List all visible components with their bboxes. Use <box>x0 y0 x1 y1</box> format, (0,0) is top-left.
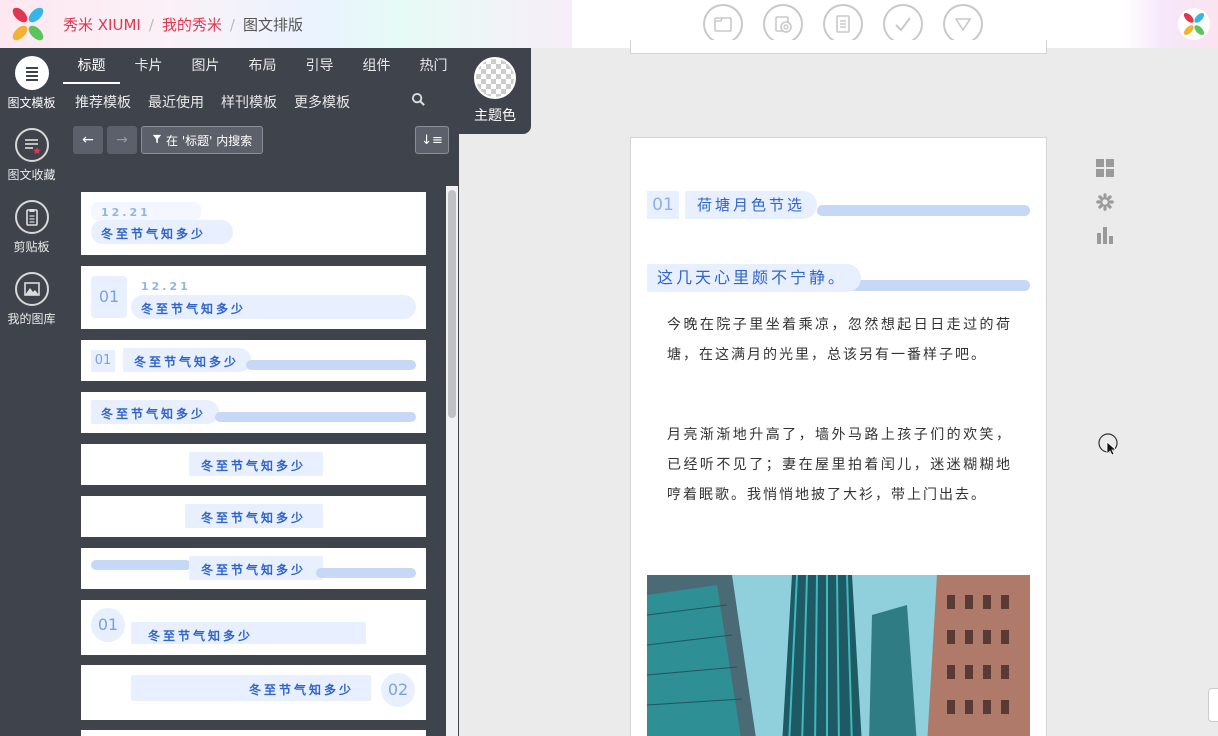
breadcrumb-separator: / <box>229 15 235 34</box>
stamp-icon[interactable] <box>763 4 803 44</box>
template-number: 01 <box>91 350 115 372</box>
breadcrumb-my-xiumi[interactable]: 我的秀米 <box>162 14 222 35</box>
mouse-cursor-icon <box>1098 433 1120 456</box>
article-title[interactable]: 荷塘月色节选 <box>685 191 818 219</box>
article-paragraph[interactable]: 月亮渐渐地升高了，墙外马路上孩子们的欢笑，已经听不见了；妻在屋里拍着闰儿，迷迷糊… <box>667 420 1012 510</box>
theme-color-label: 主题色 <box>474 108 516 124</box>
subtab-recommended[interactable]: 推荐模板 <box>75 92 131 112</box>
nav-templates[interactable]: 图文模板 <box>0 56 63 111</box>
breadcrumb-home[interactable]: 秀米 XIUMI <box>63 14 141 35</box>
subtab-recent[interactable]: 最近使用 <box>148 92 204 112</box>
tab-card[interactable]: 卡片 <box>120 56 177 84</box>
template-number: 01 <box>91 608 125 642</box>
side-panel-toggle[interactable] <box>1208 688 1218 722</box>
breadcrumb: 秀米 XIUMI / 我的秀米 / 图文排版 <box>63 14 303 35</box>
forward-button[interactable]: → <box>107 126 137 154</box>
template-title: 冬至节气知多少 <box>201 563 307 577</box>
nav-label: 剪贴板 <box>13 240 50 254</box>
article-paragraph[interactable]: 今晚在院子里坐着乘凉，忽然想起日日走过的荷塘，在这满月的光里，总该另有一番样子吧… <box>667 310 1012 370</box>
category-tabs: 标题 卡片 图片 布局 引导 组件 热门 <box>63 56 462 84</box>
breadcrumb-separator: / <box>148 15 154 34</box>
gear-icon[interactable] <box>1095 192 1115 212</box>
tab-layout[interactable]: 布局 <box>234 56 291 84</box>
bar-chart-icon[interactable] <box>1095 225 1115 245</box>
header-banner-right <box>1123 0 1218 48</box>
list-icon <box>14 56 49 90</box>
template-item[interactable]: 冬至节气知多少 <box>81 496 426 537</box>
template-title: 冬至节气知多少 <box>141 302 247 316</box>
template-title: 冬至节气知多少 <box>249 683 355 697</box>
theme-color-swatch[interactable] <box>474 57 516 99</box>
template-title: 冬至节气知多少 <box>148 629 254 643</box>
grid-icon[interactable] <box>1095 158 1115 178</box>
check-icon[interactable] <box>883 4 923 44</box>
template-item[interactable]: 冬至节气知多少 <box>81 392 426 433</box>
article-subtitle[interactable]: 这几天心里颇不宁静。 <box>647 264 862 292</box>
article-image[interactable] <box>647 575 1030 736</box>
title-decor-bar <box>817 205 1030 216</box>
template-date: 12.21 <box>101 206 151 219</box>
filter-label: 在 '标题' 内搜索 <box>166 133 253 148</box>
template-item[interactable]: 12.21 冬至节气知多少 <box>81 192 426 255</box>
template-title: 冬至节气知多少 <box>134 355 240 369</box>
template-date: 12.21 <box>141 280 191 293</box>
filter-search-button[interactable]: 在 '标题' 内搜索 <box>141 126 264 154</box>
template-item[interactable]: 01 12.21 冬至节气知多少 <box>81 266 426 329</box>
previous-block[interactable] <box>630 40 1047 54</box>
tab-component[interactable]: 组件 <box>348 56 405 84</box>
template-title: 冬至节气知多少 <box>101 407 207 421</box>
image-icon <box>14 272 49 306</box>
template-item[interactable]: 冬至节气知多少 <box>81 548 426 589</box>
nav-clipboard[interactable]: 剪贴板 <box>0 200 63 255</box>
template-title: 冬至节气知多少 <box>201 459 307 473</box>
tab-hot[interactable]: 热门 <box>405 56 462 84</box>
tab-title[interactable]: 标题 <box>63 56 120 84</box>
back-button[interactable]: ← <box>73 126 103 154</box>
folder-icon[interactable] <box>703 4 743 44</box>
template-number: 01 <box>91 276 127 318</box>
filter-icon <box>152 133 162 147</box>
template-subtabs: 推荐模板 最近使用 样刊模板 更多模板 <box>75 92 350 112</box>
star-list-icon <box>14 128 49 162</box>
template-title: 冬至节气知多少 <box>101 227 207 241</box>
nav-label: 我的图库 <box>7 312 56 326</box>
tab-image[interactable]: 图片 <box>177 56 234 84</box>
nav-favorites[interactable]: 图文收藏 <box>0 128 63 183</box>
xiumi-logo-icon[interactable] <box>7 3 49 45</box>
subtitle-decor-bar <box>831 280 1030 291</box>
subtab-sample[interactable]: 样刊模板 <box>221 92 277 112</box>
template-item[interactable]: 01 冬至节气知多少 <box>81 340 426 381</box>
nav-label: 图文收藏 <box>7 168 56 182</box>
template-item[interactable]: 01 冬至节气知多少 <box>81 600 426 655</box>
search-icon[interactable] <box>411 92 426 111</box>
scrollbar-thumb[interactable] <box>448 190 456 418</box>
dropdown-icon[interactable] <box>943 4 983 44</box>
template-title: 冬至节气知多少 <box>201 511 307 525</box>
xiumi-logo-small-icon[interactable] <box>1178 8 1210 40</box>
article-canvas[interactable]: 01 荷塘月色节选 这几天心里颇不宁静。 今晚在院子里坐着乘凉，忽然想起日日走过… <box>630 137 1047 736</box>
template-list-scrollbar[interactable] <box>446 186 458 736</box>
template-number: 02 <box>381 673 415 707</box>
tab-guide[interactable]: 引导 <box>291 56 348 84</box>
template-item[interactable] <box>81 730 426 736</box>
nav-gallery[interactable]: 我的图库 <box>0 272 63 327</box>
breadcrumb-current: 图文排版 <box>242 16 303 34</box>
subtab-more[interactable]: 更多模板 <box>294 92 350 112</box>
clipboard-icon <box>14 200 49 234</box>
document-toolbar <box>703 4 983 44</box>
template-item[interactable]: 冬至节气知多少 <box>81 444 426 485</box>
template-item[interactable]: 冬至节气知多少 02 <box>81 665 426 720</box>
sort-button[interactable]: ↓≡ <box>415 126 449 154</box>
article-number: 01 <box>647 191 679 219</box>
nav-label: 图文模板 <box>7 96 56 110</box>
left-nav: 图文模板 图文收藏 剪贴板 我的图库 <box>0 48 63 736</box>
document-icon[interactable] <box>823 4 863 44</box>
theme-color-panel[interactable]: 主题色 <box>459 48 531 134</box>
